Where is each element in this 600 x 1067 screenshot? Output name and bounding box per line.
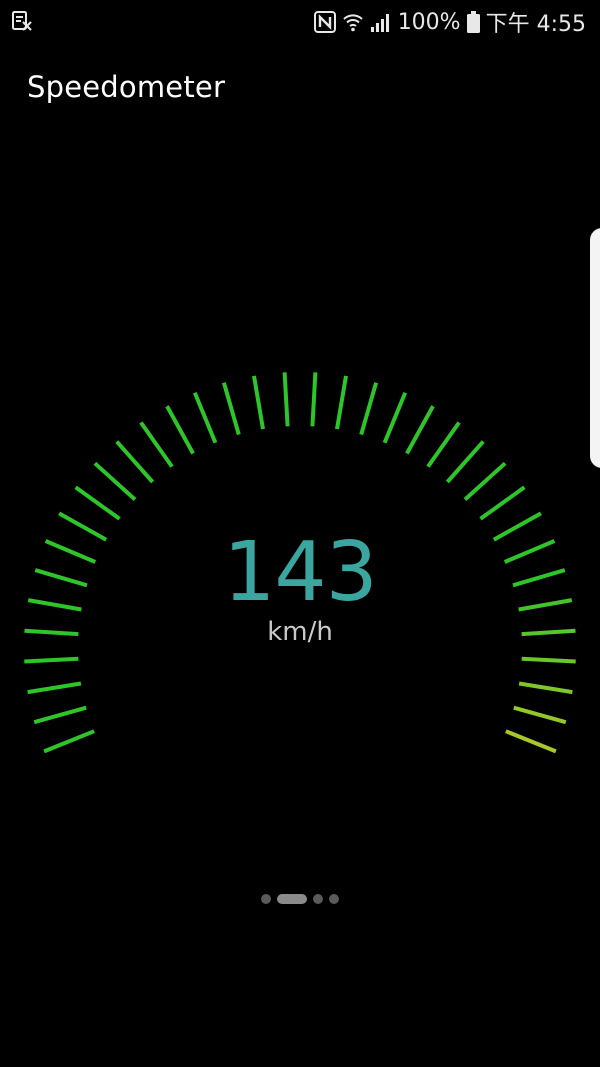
- gauge-tick: [115, 440, 155, 484]
- gauge-tick: [359, 382, 379, 436]
- gauge-tick: [518, 681, 573, 695]
- gauge-tick: [24, 656, 79, 664]
- gauge-tick: [93, 461, 137, 501]
- page-dot[interactable]: [313, 894, 323, 904]
- page-dot-active[interactable]: [277, 894, 307, 904]
- page-indicator[interactable]: [0, 894, 600, 904]
- gauge-tick: [43, 729, 95, 754]
- page-dot[interactable]: [329, 894, 339, 904]
- gauge-tick: [221, 382, 241, 436]
- gauge-tick: [27, 681, 82, 695]
- gauge-tick: [513, 705, 567, 725]
- page-dot[interactable]: [261, 894, 271, 904]
- gauge-tick: [445, 440, 485, 484]
- gauge-tick: [335, 375, 348, 430]
- gauge-tick: [282, 372, 290, 427]
- speed-value: 143: [223, 525, 378, 620]
- gauge-tick: [521, 656, 576, 664]
- gauge-tick: [505, 729, 557, 754]
- gauge-tick: [310, 372, 318, 427]
- gauge-tick: [405, 405, 435, 455]
- gauge-tick: [252, 375, 265, 430]
- gauge-tick: [192, 392, 218, 444]
- gauge-tick: [33, 705, 87, 725]
- gauge-tick: [74, 485, 121, 521]
- gauge-tick: [463, 461, 507, 501]
- gauge-tick: [426, 421, 461, 468]
- speed-unit: km/h: [267, 617, 333, 647]
- gauge-tick: [165, 405, 195, 455]
- gauge-tick: [479, 485, 526, 521]
- gauge-tick: [139, 421, 174, 468]
- gauge-tick: [382, 392, 408, 444]
